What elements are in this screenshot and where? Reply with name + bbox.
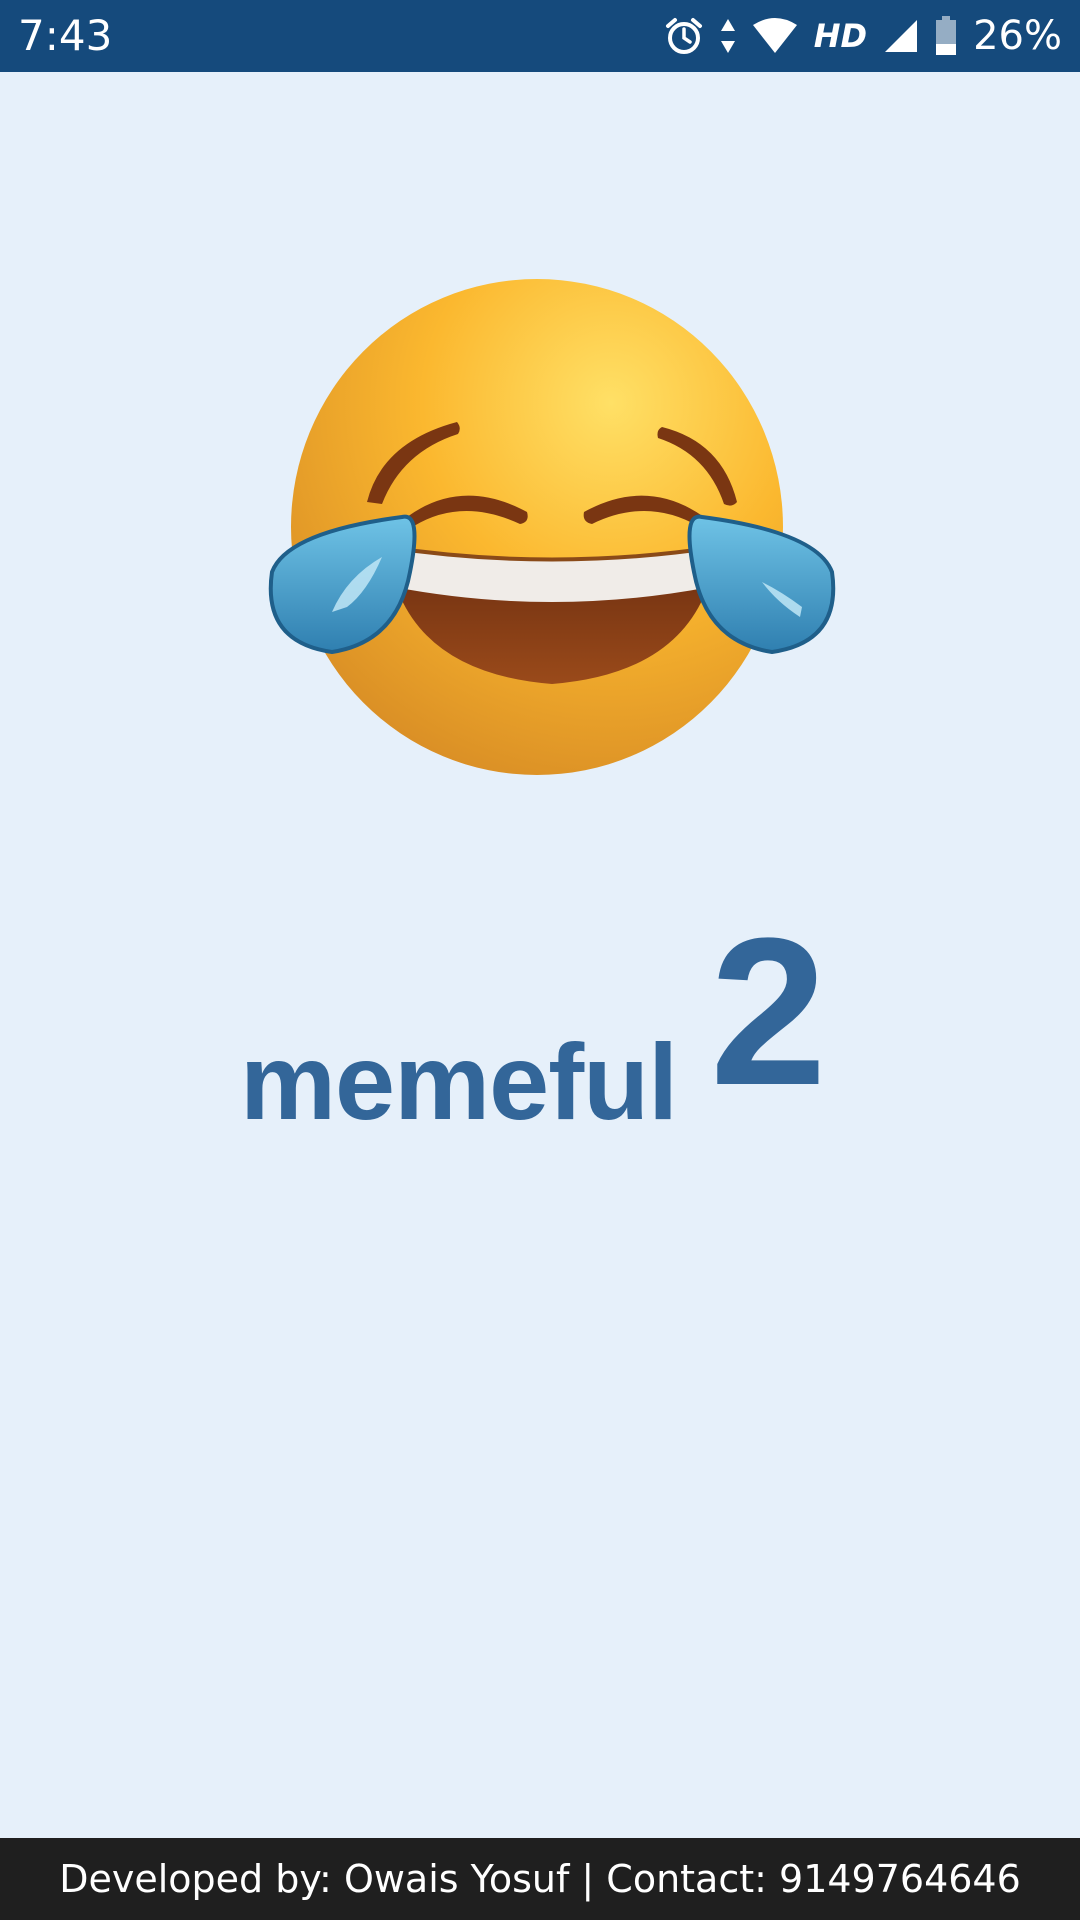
alarm-icon [665, 18, 702, 54]
app-name: memeful [240, 1021, 678, 1142]
data-arrows-icon [720, 19, 735, 53]
battery-percent: 26% [973, 13, 1062, 59]
splash-screen: memeful 2 [0, 72, 1080, 1838]
face-with-tears-of-joy-icon [268, 279, 836, 775]
wifi-icon [752, 18, 797, 53]
battery-icon [936, 16, 957, 55]
app-version-number: 2 [710, 894, 827, 1129]
status-time: 7:43 [18, 11, 113, 60]
developer-footer: Developed by: Owais Yosuf | Contact: 914… [0, 1838, 1080, 1920]
status-icons: HD 26% [664, 12, 1062, 60]
status-bar: 7:43 HD 26% [0, 0, 1080, 72]
hd-label: HD [813, 17, 868, 55]
cell-signal-icon [885, 20, 918, 52]
